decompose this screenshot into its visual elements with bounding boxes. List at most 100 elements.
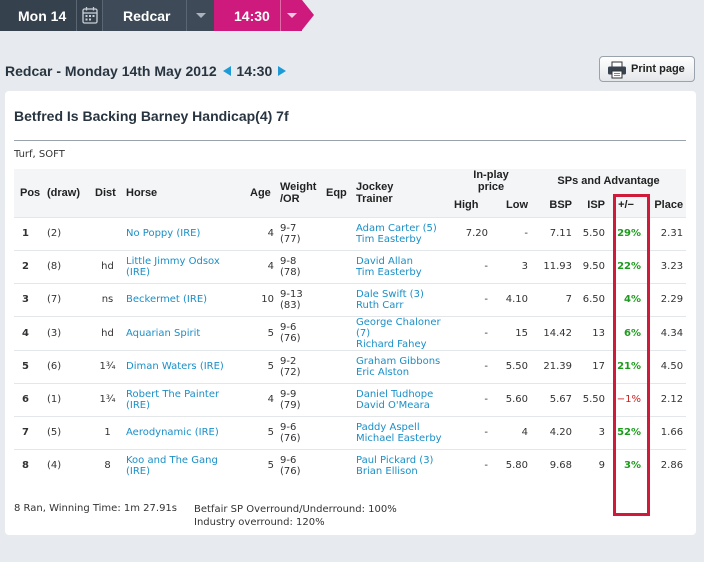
course-dropdown[interactable] [186, 0, 214, 31]
horse-link[interactable]: No Poppy (IRE) [126, 228, 200, 239]
cell-eqp [323, 216, 353, 250]
cell-jockey-trainer-trainer[interactable]: Brian Ellison [356, 466, 448, 477]
cell-isp: 5.50 [575, 216, 609, 250]
cell-high: - [451, 282, 491, 316]
horse-link[interactable]: Aerodynamic (IRE) [126, 427, 219, 438]
header-pos: Pos [14, 169, 44, 217]
cell-low: 4 [491, 415, 532, 449]
breadcrumb-course[interactable]: Redcar [102, 0, 186, 31]
header-inplay-line2: price [477, 181, 505, 193]
cell-jockey-trainer-jockey[interactable]: Paddy Aspell [356, 422, 448, 433]
printer-icon [608, 61, 626, 79]
cell-horse: Beckermet (IRE) [123, 282, 247, 316]
cell-age: 5 [247, 448, 277, 482]
breadcrumb-time[interactable]: 14:30 [214, 0, 280, 31]
cell-low: 5.50 [491, 349, 532, 383]
cell-low: 5.80 [491, 448, 532, 482]
horse-link[interactable]: Aquarian Spirit [126, 328, 200, 339]
cell-weight-weight: 9-13 [280, 288, 303, 300]
print-page-label: Print page [631, 63, 685, 75]
cell-jockey-trainer-trainer[interactable]: Tim Easterby [356, 234, 448, 245]
cell-high: 7.20 [451, 216, 491, 250]
cell-place: 4.34 [644, 315, 687, 350]
time-dropdown[interactable] [280, 0, 302, 31]
print-page-button[interactable]: Print page [599, 56, 695, 82]
cell-weight: 9-6 (76) [277, 415, 323, 449]
breadcrumb-date[interactable]: Mon 14 [0, 0, 76, 31]
cell-jockey-trainer-jockey[interactable]: David Allan [356, 256, 448, 267]
table-row: 5 (6) 1¾ Diman Waters (IRE) 5 9-2 (72) Graham G… [14, 349, 687, 383]
cell-jockey-trainer: Adam Carter (5) Tim Easterby [353, 216, 451, 250]
cell-horse: Aquarian Spirit [123, 315, 247, 350]
cell-weight-weight: 9-6 [280, 421, 297, 433]
cell-place: 3.23 [644, 249, 687, 283]
race-summary: 8 Ran, Winning Time: 1m 27.91s [14, 503, 177, 514]
horse-link[interactable]: Beckermet (IRE) [126, 294, 207, 305]
results-panel: Betfred Is Backing Barney Handicap(4) 7f… [5, 91, 696, 535]
cell-jockey-trainer-jockey[interactable]: Paul Pickard (3) [356, 455, 448, 466]
cell-weight-weight: 9-8 [280, 255, 297, 267]
table-row: 1 (2) No Poppy (IRE) 4 9-7 (77) Adam Carter (5… [14, 216, 687, 250]
table-row: 2 (8) hd Little Jimmy Odsox (IRE) 4 9-8 (78) Da… [14, 249, 687, 283]
cell-dist: 1¾ [92, 382, 123, 416]
cell-draw: (2) [44, 216, 92, 250]
cell-eqp [323, 349, 353, 383]
cell-draw: (5) [44, 415, 92, 449]
calendar-icon[interactable] [76, 0, 102, 31]
cell-low: 4.10 [491, 282, 532, 316]
cell-draw: (1) [44, 382, 92, 416]
cell-bsp: 11.93 [531, 249, 576, 283]
cell-jockey-trainer-trainer[interactable]: Ruth Carr [356, 300, 448, 311]
table-row: 6 (1) 1¾ Robert The Painter (IRE) 4 9-9 (79) Da… [14, 382, 687, 416]
cell-jockey-trainer-jockey[interactable]: Graham Gibbons [356, 356, 448, 367]
cell-jockey-trainer: Paul Pickard (3) Brian Ellison [353, 448, 451, 482]
cell-eqp [323, 415, 353, 449]
cell-pos: 3 [14, 282, 44, 316]
cell-jockey-trainer-jockey[interactable]: George Chaloner (7) [356, 317, 448, 339]
horse-link[interactable]: Koo and The Gang (IRE) [126, 455, 218, 477]
cell-isp: 17 [575, 349, 609, 383]
previous-race-arrow-icon[interactable] [222, 66, 231, 77]
cell-weight-or: (76) [280, 465, 301, 477]
industry-overround: Industry overround: 120% [194, 517, 325, 528]
event-title: Betfred Is Backing Barney Handicap(4) 7f [14, 108, 289, 124]
cell-dist: ns [92, 282, 123, 316]
cell-draw: (6) [44, 349, 92, 383]
cell-high: - [451, 415, 491, 449]
horse-link[interactable]: Little Jimmy Odsox (IRE) [126, 256, 220, 278]
cell-jockey-trainer-jockey[interactable]: Dale Swift (3) [356, 289, 448, 300]
cell-weight-or: (83) [280, 299, 301, 311]
cell-jockey-trainer-trainer[interactable]: Eric Alston [356, 367, 448, 378]
race-time: 14:30 [236, 63, 273, 79]
cell-place: 2.29 [644, 282, 687, 316]
cell-pos: 8 [14, 448, 44, 482]
horse-link[interactable]: Diman Waters (IRE) [126, 361, 224, 372]
cell-jockey-trainer: Daniel Tudhope David O'Meara [353, 382, 451, 416]
cell-horse: Koo and The Gang (IRE) [123, 448, 247, 482]
cell-pos: 5 [14, 349, 44, 383]
cell-weight-weight: 9-6 [280, 454, 297, 466]
cell-jockey-trainer-jockey[interactable]: Daniel Tudhope [356, 389, 448, 400]
cell-dist: hd [92, 315, 123, 350]
breadcrumb: Mon 14 Redcar 14:30 [0, 0, 704, 31]
cell-weight-weight: 9-6 [280, 322, 297, 333]
header-horse: Horse [123, 169, 247, 217]
going-info: Turf, SOFT [14, 149, 65, 160]
header-place: Place [644, 193, 687, 217]
cell-weight: 9-8 (78) [277, 249, 323, 283]
cell-jockey-trainer-trainer[interactable]: David O'Meara [356, 400, 448, 411]
cell-isp: 9 [575, 448, 609, 482]
cell-isp: 3 [575, 415, 609, 449]
cell-bsp: 9.68 [531, 448, 576, 482]
cell-weight: 9-2 (72) [277, 349, 323, 383]
cell-eqp [323, 315, 353, 350]
next-race-arrow-icon[interactable] [278, 66, 287, 77]
cell-jockey-trainer-trainer[interactable]: Tim Easterby [356, 267, 448, 278]
horse-link[interactable]: Robert The Painter (IRE) [126, 389, 219, 411]
cell-jockey-trainer-trainer[interactable]: Michael Easterby [356, 433, 448, 444]
cell-jockey-trainer-trainer[interactable]: Richard Fahey [356, 339, 448, 350]
cell-age: 4 [247, 249, 277, 283]
cell-high: - [451, 448, 491, 482]
cell-isp: 5.50 [575, 382, 609, 416]
cell-jockey-trainer-jockey[interactable]: Adam Carter (5) [356, 223, 448, 234]
